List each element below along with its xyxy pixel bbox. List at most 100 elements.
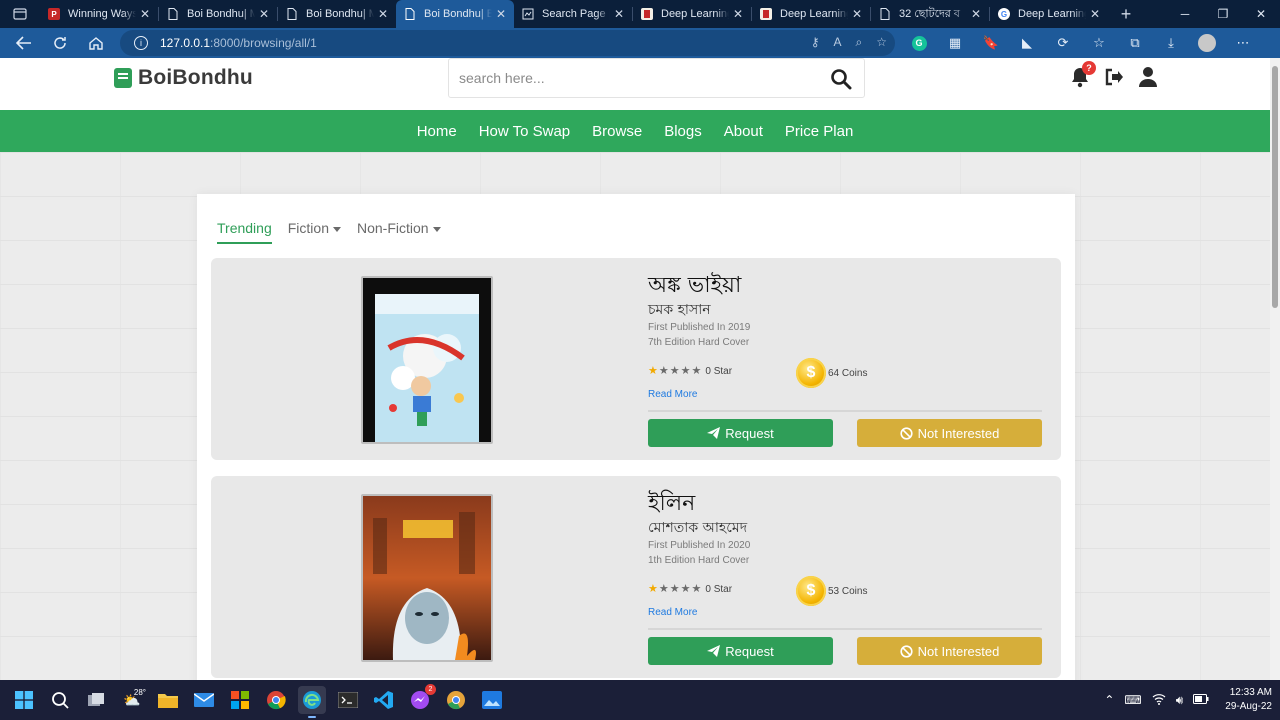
profile-icon[interactable] [1198, 34, 1216, 52]
star-rating: ★ ★ ★ ★ ★ 0 Star [648, 365, 733, 378]
close-tab-icon[interactable]: ✕ [1090, 7, 1100, 21]
page-icon [404, 8, 416, 20]
nav-browse[interactable]: Browse [592, 123, 642, 140]
grammarly-icon[interactable]: G [910, 34, 928, 52]
browser-tab[interactable]: 32 ছোটদের ব ✕ [871, 0, 989, 28]
read-more-link[interactable]: Read More [648, 607, 697, 618]
photos-icon[interactable] [478, 686, 506, 714]
read-more-link[interactable]: Read More [648, 389, 697, 400]
close-tab-icon[interactable]: ✕ [496, 7, 506, 21]
close-tab-icon[interactable]: ✕ [259, 7, 269, 21]
wifi-icon[interactable] [1152, 693, 1166, 708]
notification-bell-icon[interactable]: ? [1070, 61, 1096, 88]
nav-about[interactable]: About [724, 123, 763, 140]
close-window-icon[interactable]: ✕ [1242, 0, 1280, 28]
search-icon[interactable] [830, 68, 852, 90]
browser-tab-active[interactable]: Boi Bondhu| B ✕ [396, 0, 514, 28]
volume-icon[interactable]: 🔊︎ [1176, 693, 1184, 708]
terminal-icon[interactable] [334, 686, 362, 714]
close-tab-icon[interactable]: ✕ [140, 7, 150, 21]
weather-icon[interactable]: ⛅ 28° [118, 686, 146, 714]
maximize-icon[interactable]: ❐ [1204, 0, 1242, 28]
bookmark-icon[interactable]: 🔖 [982, 34, 1000, 52]
request-button[interactable]: Request [648, 637, 833, 665]
downloads-icon[interactable]: ⤓ [1162, 34, 1180, 52]
web-page: BoiBondhu ? Home How To Swap Browse Blog… [0, 58, 1270, 680]
file-explorer-icon[interactable] [154, 686, 182, 714]
chrome-canary-icon[interactable] [442, 686, 470, 714]
back-icon[interactable] [6, 28, 42, 58]
browser-tab[interactable]: Boi Bondhu| M ✕ [278, 0, 396, 28]
zoom-icon[interactable]: ⌕ [856, 35, 863, 50]
nav-price-plan[interactable]: Price Plan [785, 123, 853, 140]
vscode-icon[interactable] [370, 686, 398, 714]
close-tab-icon[interactable]: ✕ [852, 7, 862, 21]
favorites-icon[interactable]: ☆ [1090, 34, 1108, 52]
star-rating: ★ ★ ★ ★ ★ 0 Star [648, 583, 733, 596]
collections-icon[interactable]: ⧉ [1126, 34, 1144, 52]
nav-how-to-swap[interactable]: How To Swap [479, 123, 570, 140]
star-icon: ★ [691, 583, 702, 595]
refresh-icon[interactable] [42, 28, 78, 58]
close-tab-icon[interactable]: ✕ [971, 7, 981, 21]
tab-trending[interactable]: Trending [217, 220, 272, 244]
nav-blogs[interactable]: Blogs [664, 123, 702, 140]
tab-non-fiction[interactable]: Non-Fiction [357, 220, 441, 244]
more-icon[interactable]: ⋯ [1234, 34, 1252, 52]
close-tab-icon[interactable]: ✕ [378, 7, 388, 21]
messenger-icon[interactable]: 2 [406, 684, 436, 714]
site-logo[interactable]: BoiBondhu [114, 66, 253, 90]
chrome-icon[interactable] [262, 686, 290, 714]
mail-icon[interactable] [190, 686, 218, 714]
notification-badge: ? [1082, 61, 1096, 75]
key-icon[interactable]: ⚷ [811, 35, 820, 50]
book-icon [760, 8, 772, 20]
extension-icon[interactable]: ◣ [1018, 34, 1036, 52]
book-edition: 7th Edition Hard Cover [648, 337, 750, 348]
search-input[interactable] [459, 70, 809, 86]
store-icon[interactable] [226, 686, 254, 714]
book-cover-image[interactable] [361, 276, 493, 444]
info-icon[interactable]: i [134, 36, 148, 50]
browser-tab[interactable]: P Winning Ways ✕ [40, 0, 158, 28]
star-icon: ★ [680, 583, 691, 595]
book-card: ইলিন মোশতাক আহমেদ First Published In 202… [211, 476, 1061, 678]
request-button[interactable]: Request [648, 419, 833, 447]
home-icon[interactable] [78, 28, 114, 58]
qr-icon[interactable]: ▦ [946, 34, 964, 52]
clock[interactable]: 12:33 AM 29-Aug-22 [1225, 686, 1272, 714]
sync-icon[interactable]: ⟳ [1054, 34, 1072, 52]
main-nav: Home How To Swap Browse Blogs About Pric… [0, 110, 1270, 152]
address-bar[interactable]: i 127.0.0.1:8000/browsing/all/1 ⚷ A ⌕ ☆ [120, 30, 895, 56]
not-interested-button[interactable]: Not Interested [857, 419, 1042, 447]
minimize-icon[interactable]: ─ [1166, 0, 1204, 28]
task-view-icon[interactable] [82, 686, 110, 714]
add-favorite-icon[interactable]: ☆ [876, 35, 887, 50]
scrollbar-thumb[interactable] [1272, 66, 1278, 308]
close-tab-icon[interactable]: ✕ [614, 7, 624, 21]
battery-icon[interactable] [1193, 693, 1209, 707]
search-icon[interactable] [46, 686, 74, 714]
not-interested-button[interactable]: Not Interested [857, 637, 1042, 665]
browser-tab[interactable]: Deep Learning ✕ [633, 0, 751, 28]
star-icon: ★ [669, 583, 680, 595]
user-icon[interactable] [1138, 66, 1158, 88]
browser-tab[interactable]: Boi Bondhu| M ✕ [159, 0, 277, 28]
edge-icon[interactable] [298, 686, 326, 718]
show-hidden-icons-icon[interactable]: ⌃ [1104, 693, 1114, 707]
browser-tab[interactable]: Deep Learning ✕ [752, 0, 870, 28]
keyboard-icon[interactable]: ⌨ [1124, 693, 1141, 707]
page-scrollbar[interactable] [1270, 58, 1280, 680]
close-tab-icon[interactable]: ✕ [733, 7, 743, 21]
start-icon[interactable] [10, 686, 38, 714]
browser-tab[interactable]: G Deep Learning ✕ [990, 0, 1108, 28]
tab-fiction[interactable]: Fiction [288, 220, 341, 244]
logout-icon[interactable] [1104, 66, 1124, 88]
new-tab-button[interactable]: + [1108, 0, 1144, 28]
tab-actions-icon[interactable] [0, 0, 40, 28]
coin-price: $ 64 Coins [796, 358, 867, 388]
nav-home[interactable]: Home [417, 123, 457, 140]
read-aloud-icon[interactable]: A [833, 35, 841, 50]
browser-tab[interactable]: Search Page | ✕ [514, 0, 632, 28]
book-cover-image[interactable] [361, 494, 493, 662]
